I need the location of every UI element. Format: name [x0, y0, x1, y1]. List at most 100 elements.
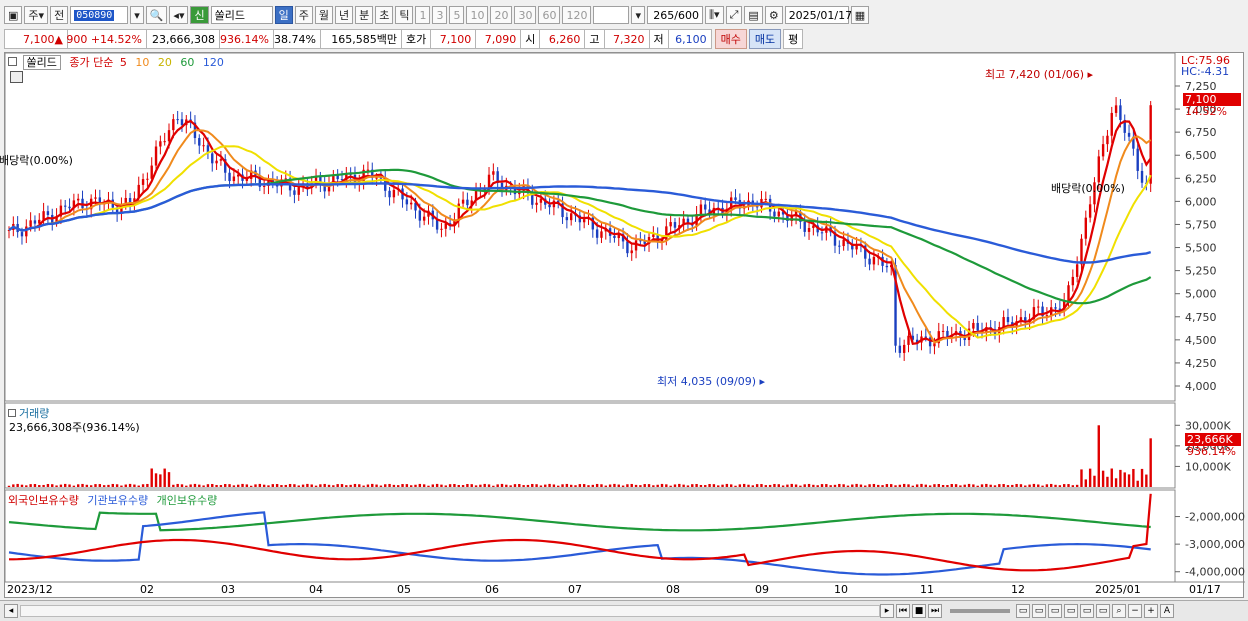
interval-20[interactable]: 20: [490, 6, 513, 24]
volume-value-label: 23,666,308주(936.14%): [9, 421, 140, 434]
scroll-bar: ◂ ▸ ⏮ ■ ⏭ ▭ ▭ ▭ ▭ ▭ ▭ ⌕ − + A: [0, 600, 1248, 621]
price-tick-label: 6,750: [1185, 126, 1217, 139]
candle-body: [669, 222, 672, 227]
chart-menu-icon[interactable]: ▣: [4, 6, 23, 24]
scroll-track[interactable]: [20, 605, 880, 617]
jump-start-icon[interactable]: ⏮: [896, 604, 910, 618]
volume-bar: [1088, 468, 1092, 487]
zoom-out-icon[interactable]: −: [1128, 604, 1142, 618]
last-pct-tag: 14.52%: [1185, 105, 1227, 118]
search-icon[interactable]: 🔍: [145, 6, 168, 24]
candle-body: [600, 231, 603, 238]
scroll-left-icon[interactable]: ◂: [4, 604, 18, 618]
volume-bar: [448, 484, 452, 487]
volume-bar: [68, 484, 71, 487]
volume-bar: [492, 485, 495, 487]
volume-bar: [193, 483, 197, 487]
volume-bar: [652, 485, 655, 487]
period-month[interactable]: 월: [314, 6, 333, 24]
period-minute[interactable]: 분: [355, 6, 374, 24]
volume-bar: [587, 485, 590, 487]
layout-icon-6[interactable]: ▭: [1096, 604, 1110, 618]
prev-button[interactable]: 전: [50, 6, 69, 24]
volume-bar: [64, 483, 67, 487]
period-tick[interactable]: 틱: [395, 6, 414, 24]
volume-bar: [401, 484, 404, 487]
chart-svg[interactable]: 7,2507,0006,7506,5006,2506,0005,7505,500…: [4, 52, 1245, 599]
xaxis-label: 09: [755, 583, 769, 596]
volume-bar: [967, 483, 971, 487]
save-icon[interactable]: ▤: [744, 6, 763, 24]
interval-10[interactable]: 10: [466, 6, 489, 24]
candle-body: [219, 159, 223, 161]
volume-bar: [418, 483, 422, 487]
date-input[interactable]: 2025/01/17: [784, 6, 852, 24]
jump-end-icon[interactable]: ⏭: [928, 604, 942, 618]
sell-button[interactable]: 매도: [748, 29, 782, 49]
candle-type-icon[interactable]: ⫼▾: [705, 6, 724, 24]
candle-body: [202, 145, 205, 147]
period-week[interactable]: 주: [294, 6, 313, 24]
volume-bar: [345, 485, 348, 487]
speaker-icon[interactable]: ◂▾: [169, 6, 189, 24]
layout-icon-5[interactable]: ▭: [1080, 604, 1094, 618]
interval-3[interactable]: 3: [432, 6, 448, 24]
interval-30[interactable]: 30: [514, 6, 537, 24]
layout-icon-3[interactable]: ▭: [1048, 604, 1062, 618]
holding-tick-label: -2,000,000: [1185, 511, 1245, 524]
interval-60[interactable]: 60: [538, 6, 561, 24]
candle-body: [422, 216, 426, 221]
period-day[interactable]: 일: [274, 6, 293, 24]
layout-icon-4[interactable]: ▭: [1064, 604, 1078, 618]
buy-button[interactable]: 매수: [714, 29, 747, 49]
stock-code-input[interactable]: 050890: [70, 6, 129, 24]
interval-custom-input[interactable]: [593, 6, 630, 24]
volume-bar: [859, 484, 863, 487]
zoom-in-icon[interactable]: +: [1144, 604, 1158, 618]
layout-icon-1[interactable]: ▭: [1016, 604, 1030, 618]
stop-icon[interactable]: ■: [912, 604, 926, 618]
candle-body: [180, 119, 184, 126]
stock-name-field[interactable]: 쏠리드: [210, 6, 273, 24]
chart-area[interactable]: 7,250 7,000 6,750 6,500 6,250 6,000 5,750 5,500…: [0, 52, 1245, 599]
candle-body: [1149, 105, 1152, 184]
count-input[interactable]: 265/600: [647, 6, 703, 24]
xaxis-label: 2025/01: [1095, 583, 1141, 596]
volume-bar: [280, 485, 283, 487]
interval-120[interactable]: 120: [562, 6, 592, 24]
interval-1[interactable]: 1: [415, 6, 431, 24]
xaxis-label: 04: [309, 583, 323, 596]
volume-bar: [1080, 469, 1083, 487]
table-icon[interactable]: [10, 71, 23, 83]
current-price: 7,100 ▲: [4, 29, 68, 49]
period-second[interactable]: 초: [375, 6, 394, 24]
volume-bar: [33, 484, 37, 487]
volume-bar: [673, 484, 677, 487]
layout-icon-2[interactable]: ▭: [1032, 604, 1046, 618]
pane-menu-icon[interactable]: [8, 57, 17, 66]
volume-bar: [297, 485, 300, 487]
volume-bar: [228, 484, 231, 487]
volume-bar: [829, 485, 832, 487]
interval-5[interactable]: 5: [449, 6, 465, 24]
draw-tool-icon[interactable]: ⤢: [725, 6, 743, 24]
volume-bar: [1062, 484, 1066, 487]
calendar-icon[interactable]: ▦: [850, 6, 870, 24]
scroll-right-icon[interactable]: ▸: [880, 604, 894, 618]
font-icon[interactable]: A: [1160, 604, 1174, 618]
volume-bar: [461, 485, 465, 487]
volume-bar: [561, 484, 564, 487]
volume-bar: [1071, 485, 1075, 487]
code-dropdown-icon[interactable]: ▾: [130, 6, 144, 24]
period-year[interactable]: 년: [334, 6, 354, 24]
volume-bar: [422, 484, 426, 487]
type-select[interactable]: 주 ▾: [24, 6, 49, 24]
zoom-slider[interactable]: [950, 609, 1010, 613]
price-tick-label: 6,000: [1185, 195, 1217, 208]
quote-bar: 7,100 ▲ 900 +14.52% 23,666,308 936.14% 38…: [0, 28, 1248, 50]
eval-button[interactable]: 평: [783, 29, 804, 49]
search-zoom-icon[interactable]: ⌕: [1112, 604, 1126, 618]
interval-dropdown-icon[interactable]: ▾: [631, 6, 645, 24]
volume-bar: [150, 468, 153, 487]
gear-icon[interactable]: ⚙: [764, 6, 783, 24]
